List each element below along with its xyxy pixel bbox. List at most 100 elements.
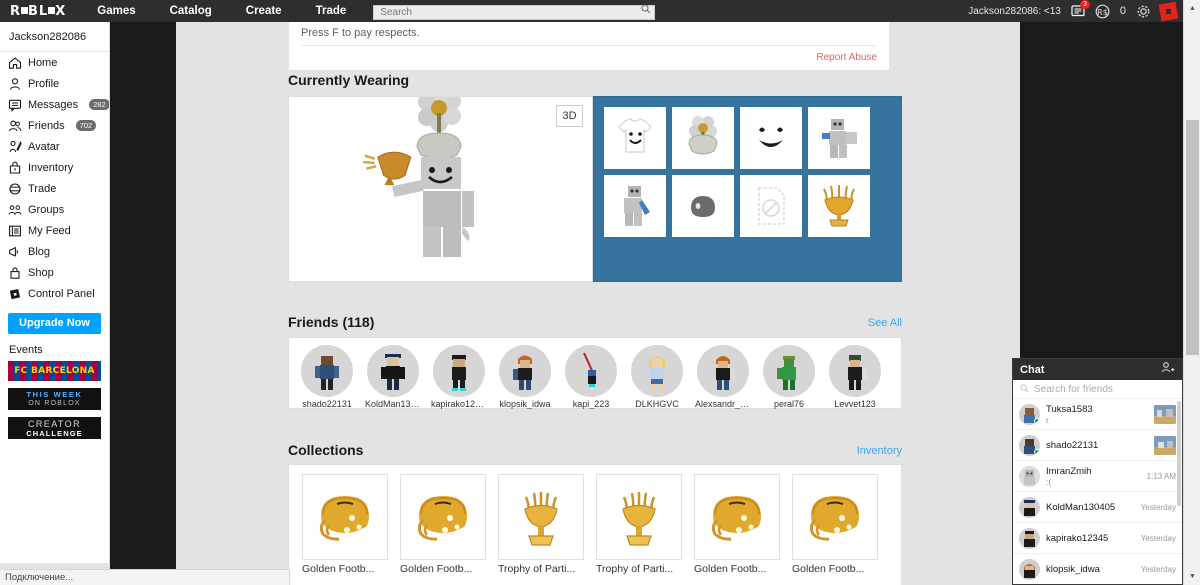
friend-card[interactable]: shado22131	[299, 345, 355, 409]
friends-see-all-link[interactable]: See All	[868, 317, 902, 329]
sidebar-item-trade[interactable]: Trade	[0, 178, 109, 199]
account-name[interactable]: Jackson282086: <13	[968, 6, 1061, 17]
left-sidebar: Jackson282086 Home Profile Messages 282 …	[0, 22, 110, 563]
worn-item-no-image-placeholder[interactable]	[740, 175, 802, 237]
event-banner-fc-barcelona[interactable]: FC BARCELONA	[8, 361, 101, 381]
scroll-up-arrow[interactable]: ▲	[1184, 0, 1200, 17]
online-indicator	[1034, 417, 1040, 424]
worn-item-golden-trophy[interactable]	[808, 175, 870, 237]
collections-inventory-link[interactable]: Inventory	[857, 445, 902, 457]
chat-list-item[interactable]: KoldMan130405 Yesterday	[1013, 492, 1182, 523]
sidebar-item-friends[interactable]: Friends 702	[0, 115, 109, 136]
friend-name: KoldMan130...	[365, 399, 421, 409]
avatar	[433, 345, 485, 397]
avatar	[367, 345, 419, 397]
chat-header[interactable]: Chat	[1013, 359, 1182, 380]
sidebar-item-home[interactable]: Home	[0, 52, 109, 73]
friends-heading: Friends (118)	[288, 314, 375, 330]
browser-scrollbar[interactable]: ▲ ▼	[1183, 0, 1200, 585]
nav-link-games[interactable]: Games	[80, 0, 152, 22]
item-name: Trophy of Parti...	[498, 563, 576, 575]
worn-item-smile-face[interactable]	[740, 107, 802, 169]
chat-list-item[interactable]: shado22131	[1013, 430, 1182, 461]
robux-icon[interactable]: R$	[1095, 3, 1111, 19]
sidebar-username[interactable]: Jackson282086	[0, 22, 109, 52]
friend-card[interactable]: Levvet123	[827, 345, 883, 409]
friend-name: kapi_223	[572, 399, 610, 409]
friend-card[interactable]: peral76	[761, 345, 817, 409]
chat-last-message: r	[1046, 414, 1049, 425]
worn-item-white-shirt-smile[interactable]	[604, 107, 666, 169]
search-icon[interactable]	[641, 4, 651, 17]
nav-link-trade[interactable]: Trade	[299, 0, 364, 22]
sidebar-label: Blog	[28, 245, 51, 258]
upgrade-now-button[interactable]: Upgrade Now	[8, 313, 101, 334]
chat-list-item[interactable]: ImranZmih :( 1:13 AM	[1013, 461, 1182, 492]
chat-friend-name: klopsik_idwa	[1046, 563, 1100, 575]
sidebar-label: Messages	[28, 98, 79, 111]
search-input[interactable]	[373, 5, 656, 20]
sidebar-item-profile[interactable]: Profile	[0, 73, 109, 94]
event-banner-this-week-on-roblox[interactable]: THIS WEEK ON ROBLOX	[8, 388, 101, 410]
chat-scrollbar[interactable]	[1177, 401, 1181, 506]
roblox-home-icon[interactable]	[1158, 1, 1179, 21]
messages-count-badge: 282	[89, 99, 109, 110]
chat-last-message: :(	[1046, 476, 1052, 487]
scroll-down-arrow[interactable]: ▼	[1184, 568, 1200, 585]
collection-card[interactable]: Golden Footb...	[400, 474, 486, 585]
friend-card[interactable]: klopsik_idwa	[497, 345, 553, 409]
3d-view-button[interactable]: 3D	[556, 105, 583, 127]
sidebar-item-my-feed[interactable]: My Feed	[0, 220, 109, 241]
event-banner-line1: THIS WEEK	[26, 390, 83, 399]
friend-card[interactable]: DLKHGVC	[629, 345, 685, 409]
avatar	[697, 345, 749, 397]
avatar	[829, 345, 881, 397]
friend-card[interactable]: kapi_223	[563, 345, 619, 409]
profile-description-text: Press F to pay respects.	[301, 27, 420, 39]
collection-card[interactable]: Golden Footb...	[302, 474, 388, 585]
nav-link-catalog[interactable]: Catalog	[153, 0, 229, 22]
messages-icon[interactable]: 3	[1070, 0, 1090, 19]
sidebar-item-blog[interactable]: Blog	[0, 241, 109, 262]
chat-search-placeholder: Search for friends	[1034, 383, 1113, 395]
sidebar-item-inventory[interactable]: Inventory	[0, 157, 109, 178]
sidebar-item-groups[interactable]: Groups	[0, 199, 109, 220]
worn-item-avatar-package-a[interactable]	[808, 107, 870, 169]
search-container	[373, 2, 656, 20]
chat-timestamp: Yesterday	[1140, 564, 1176, 574]
worn-item-flower-egg-hat[interactable]	[672, 107, 734, 169]
collection-card[interactable]: Golden Footb...	[792, 474, 878, 585]
sidebar-item-control-panel[interactable]: Control Panel	[0, 283, 109, 304]
friend-card[interactable]: Alexsandr_P...	[695, 345, 751, 409]
add-friend-icon[interactable]	[1161, 361, 1175, 379]
worn-item-avatar-package-b[interactable]	[604, 175, 666, 237]
friend-card[interactable]: KoldMan130...	[365, 345, 421, 409]
chat-list-item[interactable]: klopsik_idwa Yesterday	[1013, 554, 1182, 584]
sidebar-item-messages[interactable]: Messages 282	[0, 94, 109, 115]
game-thumbnail[interactable]	[1154, 404, 1176, 424]
chat-text: shado22131	[1046, 440, 1148, 451]
chat-text: kapirako12345	[1046, 533, 1135, 544]
gear-icon[interactable]	[1135, 3, 1151, 19]
chat-list-item[interactable]: kapirako12345 Yesterday	[1013, 523, 1182, 554]
collection-card[interactable]: Trophy of Parti...	[596, 474, 682, 585]
nav-link-create[interactable]: Create	[229, 0, 299, 22]
friend-card[interactable]: kapirako123...	[431, 345, 487, 409]
search-icon	[1020, 380, 1029, 398]
collection-card[interactable]: Trophy of Parti...	[498, 474, 584, 585]
roblox-logo[interactable]: R BL X	[0, 4, 80, 19]
chat-search-row[interactable]: Search for friends	[1013, 380, 1182, 399]
sidebar-item-shop[interactable]: Shop	[0, 262, 109, 283]
avatar	[499, 345, 551, 397]
worn-item-dark-head[interactable]	[672, 175, 734, 237]
avatar-preview[interactable]: 3D	[288, 86, 593, 282]
item-name: Golden Footb...	[792, 563, 865, 575]
collection-card[interactable]: Golden Footb...	[694, 474, 780, 585]
report-abuse-link[interactable]: Report Abuse	[289, 46, 889, 70]
sidebar-item-avatar[interactable]: Avatar	[0, 136, 109, 157]
event-banner-creator-challenge[interactable]: CREATOR CHALLENGE	[8, 417, 101, 439]
scrollbar-thumb[interactable]	[1186, 120, 1199, 355]
game-thumbnail[interactable]	[1154, 435, 1176, 455]
chat-list-item[interactable]: Tuksa1583 r	[1013, 399, 1182, 430]
event-banner-label: FC BARCELONA	[14, 366, 95, 376]
